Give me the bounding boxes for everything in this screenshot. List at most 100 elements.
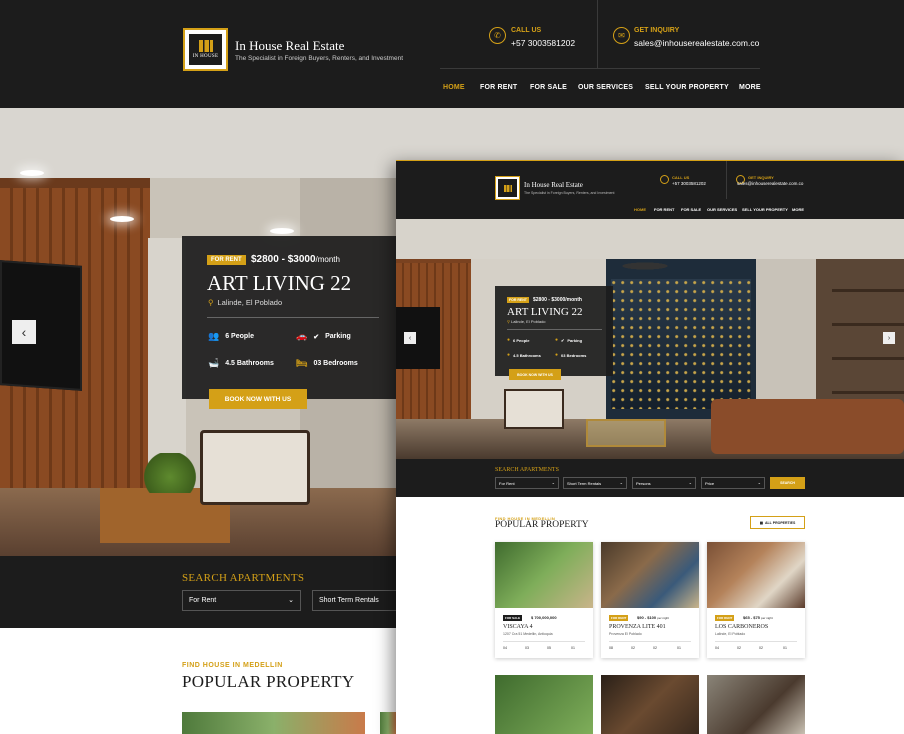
hero-location: ⚲ Lalinde, El Poblado [507, 319, 546, 324]
nav-home[interactable]: HOME [634, 207, 646, 212]
nav-for-sale[interactable]: FOR SALE [681, 207, 701, 212]
nav-our-services[interactable]: OUR SERVICES [578, 84, 633, 91]
property-card[interactable]: FOR SALE $ 700,000,000 VISCAYA 4 1207 Cr… [495, 542, 593, 658]
feature-bedrooms: 🛏 03 Bedrooms [296, 358, 358, 368]
status-badge: FOR RENT [507, 297, 529, 303]
car-icon: 🚗 [296, 331, 308, 341]
building-icon [198, 40, 213, 52]
bath-icon: 🛁 [208, 358, 220, 368]
chevron-down-icon: ⌄ [757, 480, 761, 485]
search-rental-select[interactable]: Short Term Rentals [312, 590, 402, 611]
bath-icon: ● [507, 352, 511, 358]
stat-bedrooms: 02 [737, 646, 741, 650]
book-now-button[interactable]: BOOK NOW WITH US [209, 389, 307, 409]
book-now-button[interactable]: BOOK NOW WITH US [509, 369, 561, 380]
nav-more[interactable]: MORE [739, 84, 761, 91]
property-card[interactable]: FOR RENT $90 - $100 per night PROVENZA L… [601, 542, 699, 658]
stat-bathrooms: 02 [653, 646, 657, 650]
stat-bathrooms: 02 [759, 646, 763, 650]
property-name: PROVENZA LITE 401 [609, 624, 666, 630]
nav-more[interactable]: MORE [792, 207, 804, 212]
property-location: Lalinde, El Poblado [715, 632, 746, 636]
chevron-left-icon[interactable]: ‹ [404, 332, 416, 344]
property-card[interactable]: FOR RENT $65 - $75 per night LOS CARBONE… [707, 542, 805, 658]
search-price-select[interactable]: Price ⌄ [701, 477, 765, 489]
property-location: Provenza El Poblado [609, 632, 642, 636]
call-number[interactable]: +57 3003581202 [511, 38, 575, 48]
search-rental-select[interactable]: Short Term Rentals ⌄ [563, 477, 627, 489]
property-price: $90 - $100 per night [637, 615, 669, 620]
divider [597, 0, 598, 68]
hero-title: ART LIVING 22 [207, 271, 352, 295]
divider [507, 329, 602, 330]
nav-sell-your-property[interactable]: SELL YOUR PROPERTY [742, 207, 788, 212]
nav-home[interactable]: HOME [443, 84, 465, 91]
brand-tagline: The Specialist in Foreign Buyers, Renter… [235, 55, 403, 62]
divider [207, 317, 379, 318]
feature-parking: 🚗 ✔ Parking [296, 331, 351, 341]
section-eyebrow: FIND HOUSE IN MEDELLIN [182, 662, 283, 669]
property-image[interactable] [182, 712, 365, 734]
status-badge: FOR RENT [715, 615, 735, 621]
site-header: In House Real Estate The Specialist in F… [396, 160, 904, 219]
chevron-down-icon: ⌄ [619, 480, 623, 485]
brand-name: In House Real Estate [524, 181, 583, 189]
search-title: SEARCH APARTMENTS [182, 572, 305, 584]
property-location: 1207 Cra 51 Medellin, Antioquia [503, 632, 553, 636]
stat-people: 08 [609, 646, 613, 650]
divider [609, 641, 691, 642]
hero-title: ART LIVING 22 [507, 306, 583, 318]
nav-for-rent[interactable]: FOR RENT [480, 84, 517, 91]
search-type-select[interactable]: For Rent ⌄ [182, 590, 301, 611]
status-badge: FOR RENT [609, 615, 629, 621]
inquiry-email[interactable]: sales@inhouserealestate.com.co [737, 181, 803, 186]
hero-location: ⚲ Lalinde, El Poblado [208, 298, 283, 307]
feature-people: ● 6 People [507, 337, 530, 343]
section-title: POPULAR PROPERTY [182, 672, 355, 691]
nav-our-services[interactable]: OUR SERVICES [707, 207, 737, 212]
grid-icon: ▦ [759, 520, 764, 525]
inquiry-label: GET INQUIRY [634, 27, 680, 34]
logo[interactable] [495, 176, 520, 200]
mail-icon: ✉ [613, 27, 630, 44]
inquiry-email[interactable]: sales@inhouserealestate.com.co [634, 38, 759, 48]
chevron-right-icon[interactable]: › [883, 332, 895, 344]
divider [440, 68, 760, 69]
stat-bedrooms: 03 [525, 646, 529, 650]
desktop-page-small: In House Real Estate The Specialist in F… [396, 160, 904, 734]
feature-bedrooms: ● 03 Bedrooms [555, 352, 587, 358]
nav-sell-your-property[interactable]: SELL YOUR PROPERTY [645, 84, 729, 91]
all-properties-button[interactable]: ▦ ALL PROPERTIES [750, 516, 805, 529]
property-image [707, 542, 805, 608]
bed-icon: 🛏 [296, 358, 308, 368]
property-image [601, 542, 699, 608]
feature-parking: ● ✔ Parking [555, 337, 583, 343]
search-persons-select[interactable]: Persons ⌄ [632, 477, 696, 489]
nav-for-rent[interactable]: FOR RENT [654, 207, 674, 212]
property-image[interactable] [495, 675, 593, 734]
call-label: CALL US [672, 175, 690, 180]
logo[interactable]: IN HOUSE [183, 28, 228, 71]
status-badge: FOR SALE [503, 615, 523, 621]
search-title: SEARCH APARTMENTS [495, 467, 559, 473]
call-number[interactable]: +57 3003581202 [672, 181, 706, 186]
property-image[interactable] [707, 675, 805, 734]
call-label: CALL US [511, 27, 542, 34]
hero-price: $2800 - $3000/month [533, 297, 582, 303]
property-image [495, 542, 593, 608]
chevron-left-icon[interactable]: ‹ [12, 320, 36, 344]
stat-bedrooms: 02 [631, 646, 635, 650]
property-image[interactable] [601, 675, 699, 734]
hero-image [396, 219, 904, 459]
divider [715, 641, 797, 642]
stat-people: 04 [715, 646, 719, 650]
search-button[interactable]: SEARCH [770, 477, 805, 489]
phone-icon [660, 175, 669, 184]
property-name: VISCAYA 4 [503, 624, 533, 630]
feature-people: 👥 6 People [208, 331, 255, 341]
nav-for-sale[interactable]: FOR SALE [530, 84, 567, 91]
chevron-down-icon: ⌄ [688, 480, 692, 485]
search-type-select[interactable]: For Rent ⌄ [495, 477, 559, 489]
inquiry-label: GET INQUIRY [748, 175, 774, 180]
phone-icon: ✆ [489, 27, 506, 44]
